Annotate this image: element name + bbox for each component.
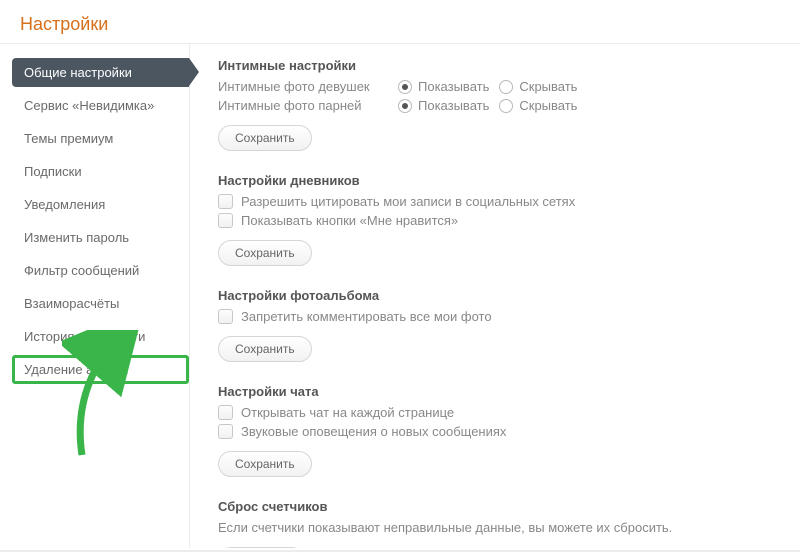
settings-content: Интимные настройки Интимные фото девушек… — [190, 44, 800, 548]
sidebar-item-delete-profile[interactable]: Удаление анкеты — [12, 355, 189, 384]
settings-sidebar: Общие настройки Сервис «Невидимка» Темы … — [0, 44, 190, 548]
checkbox-label: Разрешить цитировать мои записи в социал… — [241, 194, 575, 209]
radio-girls-show[interactable]: Показывать — [398, 79, 489, 94]
radio-dot-icon — [398, 80, 412, 94]
sidebar-item-label: Уведомления — [24, 197, 105, 212]
sidebar-item-change-password[interactable]: Изменить пароль — [12, 223, 189, 252]
sidebar-item-general[interactable]: Общие настройки — [12, 58, 189, 87]
checkbox-like[interactable] — [218, 213, 233, 228]
checkbox-label: Открывать чат на каждой странице — [241, 405, 454, 420]
sidebar-item-subscriptions[interactable]: Подписки — [12, 157, 189, 186]
sidebar-item-label: История активности — [24, 329, 145, 344]
section-intimate: Интимные настройки Интимные фото девушек… — [218, 58, 778, 151]
radio-girls-hide[interactable]: Скрывать — [499, 79, 577, 94]
save-button[interactable]: Сохранить — [218, 336, 312, 362]
radio-label: Показывать — [418, 98, 489, 113]
sidebar-item-label: Удаление анкеты — [24, 362, 129, 377]
save-button[interactable]: Сохранить — [218, 451, 312, 477]
checkbox-label: Показывать кнопки «Мне нравится» — [241, 213, 458, 228]
section-title: Настройки чата — [218, 384, 778, 399]
checkbox-forbid-comments[interactable] — [218, 309, 233, 324]
sidebar-item-label: Подписки — [24, 164, 82, 179]
page-title: Настройки — [20, 14, 780, 35]
sidebar-item-label: Темы премиум — [24, 131, 113, 146]
section-title: Сброс счетчиков — [218, 499, 778, 514]
checkbox-label: Звуковые оповещения о новых сообщениях — [241, 424, 506, 439]
sidebar-item-activity-history[interactable]: История активности — [12, 322, 189, 351]
reset-button[interactable]: Сбросить — [218, 547, 305, 548]
checkbox-quote[interactable] — [218, 194, 233, 209]
intimate-girls-label: Интимные фото девушек — [218, 79, 388, 94]
radio-dot-icon — [398, 99, 412, 113]
radio-boys-show[interactable]: Показывать — [398, 98, 489, 113]
section-title: Настройки фотоальбома — [218, 288, 778, 303]
sidebar-item-label: Фильтр сообщений — [24, 263, 139, 278]
radio-label: Скрывать — [519, 98, 577, 113]
sidebar-item-billing[interactable]: Взаиморасчёты — [12, 289, 189, 318]
section-diaries: Настройки дневников Разрешить цитировать… — [218, 173, 778, 266]
sidebar-item-label: Сервис «Невидимка» — [24, 98, 154, 113]
save-button[interactable]: Сохранить — [218, 125, 312, 151]
radio-dot-icon — [499, 99, 513, 113]
checkbox-open-chat[interactable] — [218, 405, 233, 420]
sidebar-item-notifications[interactable]: Уведомления — [12, 190, 189, 219]
checkbox-label: Запретить комментировать все мои фото — [241, 309, 492, 324]
section-chat: Настройки чата Открывать чат на каждой с… — [218, 384, 778, 477]
reset-description: Если счетчики показывают неправильные да… — [218, 520, 778, 535]
sidebar-item-premium-themes[interactable]: Темы премиум — [12, 124, 189, 153]
section-album: Настройки фотоальбома Запретить комменти… — [218, 288, 778, 362]
radio-dot-icon — [499, 80, 513, 94]
intimate-boys-label: Интимные фото парней — [218, 98, 388, 113]
page-header: Настройки — [0, 0, 800, 44]
radio-boys-hide[interactable]: Скрывать — [499, 98, 577, 113]
save-button[interactable]: Сохранить — [218, 240, 312, 266]
section-reset-counters: Сброс счетчиков Если счетчики показывают… — [218, 499, 778, 548]
sidebar-item-label: Взаиморасчёты — [24, 296, 119, 311]
sidebar-item-message-filter[interactable]: Фильтр сообщений — [12, 256, 189, 285]
sidebar-item-label: Общие настройки — [24, 65, 132, 80]
checkbox-sound[interactable] — [218, 424, 233, 439]
radio-label: Скрывать — [519, 79, 577, 94]
sidebar-item-invisible[interactable]: Сервис «Невидимка» — [12, 91, 189, 120]
section-title: Настройки дневников — [218, 173, 778, 188]
sidebar-item-label: Изменить пароль — [24, 230, 129, 245]
section-title: Интимные настройки — [218, 58, 778, 73]
radio-label: Показывать — [418, 79, 489, 94]
